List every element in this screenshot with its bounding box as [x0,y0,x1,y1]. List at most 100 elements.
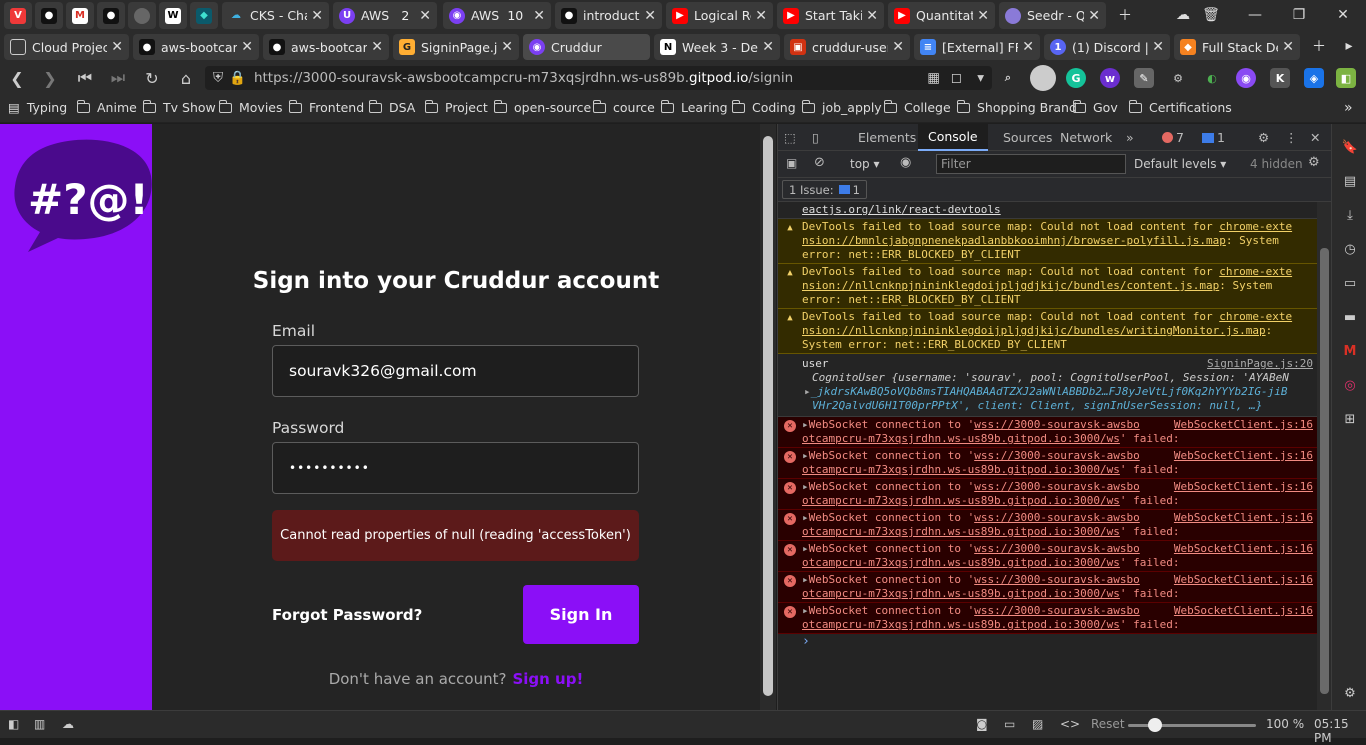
warning-link[interactable]: nsion://nllcnknpjnininklegdoijpljgdjkijc… [802,324,1266,337]
extension-icon[interactable]: ◐ [1202,68,1222,88]
extension-icon[interactable]: K [1270,68,1290,88]
source-link[interactable]: WebSocketClient.js:16 [1174,449,1313,463]
bookmark-typing[interactable]: ▤ Typing [8,100,67,115]
gmail-icon[interactable]: M [1341,342,1359,360]
error-link[interactable]: wss://3000-souravsk-awsbo [974,542,1140,555]
error-link[interactable]: otcampcru-m73xqsjrdhn.ws-us89b.gitpod.io… [802,432,1120,445]
error-link[interactable]: wss://3000-souravsk-awsbo [974,604,1140,617]
home-button[interactable]: ⌂ [174,67,198,89]
tab-cruddur-user[interactable]: ▣ cruddur-user ✕ [784,34,910,60]
forgot-password-link[interactable]: Forgot Password? [272,606,422,624]
expand-icon[interactable]: ▸ [802,480,809,493]
bookmarks-overflow-icon[interactable]: » [1344,100,1353,116]
source-link[interactable]: WebSocketClient.js:16 [1174,511,1313,525]
tiling-icon[interactable]: ▥ [34,717,45,731]
error-link[interactable]: otcampcru-m73xqsjrdhn.ws-us89b.gitpod.io… [802,556,1120,569]
pinned-tab-webstorm[interactable]: ◆ [190,2,218,29]
expand-icon[interactable]: ▸ [802,542,809,555]
close-icon[interactable]: ✕ [1152,39,1164,55]
close-icon[interactable]: ✕ [762,39,774,55]
trash-icon[interactable]: 🗑 [1196,4,1226,26]
filter-input[interactable]: Filter [936,154,1126,174]
zoom-slider[interactable] [1128,718,1256,732]
zoom-slider-thumb[interactable] [1148,718,1162,732]
error-link[interactable]: wss://3000-souravsk-awsbo [974,511,1140,524]
cloud-icon[interactable]: ☁ [1168,4,1198,26]
bookmark-jobapply[interactable]: job_apply [801,99,882,115]
bookmark-frontend[interactable]: Frontend [288,99,364,115]
extension-icon[interactable]: ◈ [1304,68,1324,88]
minimize-button[interactable]: — [1240,4,1270,26]
window-icon[interactable]: ▭ [1004,717,1015,731]
tab-external[interactable]: ≡ [External] FRE ✕ [914,34,1040,60]
tab-signinpage[interactable]: G SigninPage.js ✕ [393,34,519,60]
code-icon[interactable]: <> [1060,717,1080,731]
fast-forward-button[interactable]: ⏭ [106,67,130,89]
bookmark-tvshow[interactable]: Tv Show [142,99,216,115]
reading-list-icon[interactable]: ▤ [1341,172,1359,190]
close-icon[interactable]: ✕ [371,39,383,55]
pinned-tab-vivaldi[interactable]: V [4,2,32,29]
expand-icon[interactable]: ▸ [804,385,811,398]
error-link[interactable]: wss://3000-souravsk-awsbo [974,573,1140,586]
error-link[interactable]: wss://3000-souravsk-awsbo [974,449,1140,462]
error-link[interactable]: otcampcru-m73xqsjrdhn.ws-us89b.gitpod.io… [802,494,1120,507]
new-tab-button[interactable]: ＋ [1110,4,1140,26]
tab-aws-bootcamp-1[interactable]: ● aws-bootcam ✕ [133,34,259,60]
close-icon[interactable]: ✕ [419,8,431,24]
levels-dropdown[interactable]: Default levels ▾ [1134,157,1226,171]
expand-icon[interactable]: ▸ [802,604,809,617]
cloud-icon[interactable]: ☁ [62,717,74,731]
pinned-tab-github-2[interactable]: ● [97,2,125,29]
bookmark-anime[interactable]: Anime [76,99,137,115]
tab-aws-10[interactable]: ◉ AWS 10 ✕ [443,2,551,29]
sidebar-toggle-icon[interactable]: ▣ [786,156,797,170]
close-icon[interactable]: ✕ [892,39,904,55]
device-toggle-icon[interactable]: ▯ [806,124,825,151]
camera-icon[interactable]: ◙ [976,717,988,731]
close-icon[interactable]: ✕ [977,8,989,24]
tab-full-stack[interactable]: ◆ Full Stack Dev ✕ [1174,34,1300,60]
error-link[interactable]: wss://3000-souravsk-awsbo [974,418,1140,431]
close-icon[interactable]: ✕ [533,8,545,24]
pinned-tab-gmail[interactable]: M [66,2,94,29]
tab-elements[interactable]: Elements [848,124,926,151]
warning-link[interactable]: chrome-exte [1219,265,1292,278]
tab-cloud-project[interactable]: Cloud Project ✕ [4,34,129,60]
grammarly-icon[interactable]: G [1066,68,1086,88]
source-link[interactable]: WebSocketClient.js:16 [1174,542,1313,556]
bookmark-gov[interactable]: Gov [1072,99,1118,115]
instagram-icon[interactable]: ◎ [1341,376,1359,394]
warning-link[interactable]: chrome-exte [1219,220,1292,233]
extension-icon[interactable]: ◧ [1336,68,1356,88]
expand-icon[interactable]: ▸ [802,573,809,586]
bookmark-opensource[interactable]: open-source [493,99,591,115]
search-icon[interactable]: ⌕ [998,68,1018,88]
tab-introduction[interactable]: ● introducti ✕ [555,2,662,29]
issues-button[interactable]: 1 Issue: 1 [782,180,867,199]
warning-link[interactable]: nsion://nllcnknpjnininklegdoijpljgdjkijc… [802,279,1219,292]
error-link[interactable]: otcampcru-m73xqsjrdhn.ws-us89b.gitpod.io… [802,525,1120,538]
console-settings-icon[interactable]: ⚙ [1308,155,1320,170]
message-counter[interactable]: 1 [1198,124,1229,151]
close-icon[interactable]: ✕ [241,39,253,55]
page-scrollbar[interactable] [760,124,776,710]
history-icon[interactable]: ◷ [1341,240,1359,258]
tab-overflow-icon[interactable]: ▸ [1334,35,1364,57]
zoom-reset[interactable]: Reset [1091,717,1125,731]
pinned-tab-github[interactable]: ● [35,2,63,29]
warning-link[interactable]: nsion://bmnlcjabgnpnenekpadlanbbkooimhnj… [802,234,1226,247]
bookmark-icon[interactable]: ◻ [951,70,962,86]
close-icon[interactable]: ✕ [501,39,513,55]
error-link[interactable]: wss://3000-souravsk-awsbo [974,480,1140,493]
back-button[interactable]: ❮ [5,67,29,89]
url-field[interactable]: ⛨ 🔒 https://3000-souravsk-awsbootcampcru… [205,66,992,90]
dropdown-icon[interactable]: ▾ [977,70,984,86]
tab-console[interactable]: Console [918,124,988,151]
error-link[interactable]: otcampcru-m73xqsjrdhn.ws-us89b.gitpod.io… [802,463,1120,476]
close-icon[interactable]: ✕ [755,8,767,24]
close-window-button[interactable]: ✕ [1328,4,1358,26]
email-field[interactable]: souravk326@gmail.com [272,345,639,397]
close-icon[interactable]: ✕ [866,8,878,24]
error-link[interactable]: otcampcru-m73xqsjrdhn.ws-us89b.gitpod.io… [802,618,1120,631]
